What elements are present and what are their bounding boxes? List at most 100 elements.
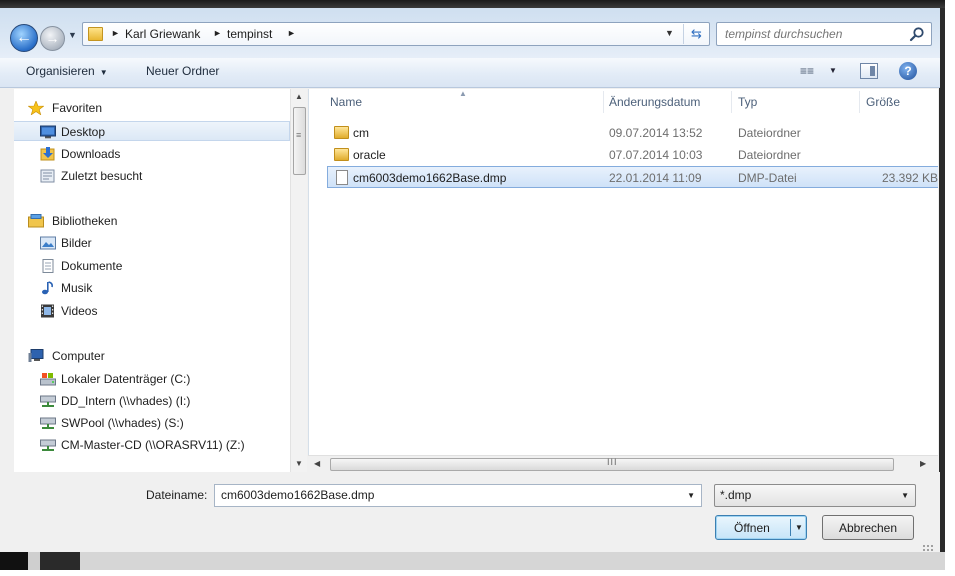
command-bar: Organisieren ▼ Neuer Ordner ≡≡ ▼ ?: [0, 58, 940, 88]
scroll-up-icon[interactable]: ▲: [295, 92, 303, 101]
nav-group-libraries[interactable]: Bibliotheken: [14, 211, 290, 231]
file-type-filter-value: *.dmp: [720, 488, 752, 502]
open-button[interactable]: Öffnen ▼: [715, 515, 807, 540]
column-header-type[interactable]: Typ: [738, 94, 757, 116]
sidebar-item-local-drive-c[interactable]: Lokaler Datenträger (C:): [14, 369, 290, 389]
organise-button[interactable]: Organisieren ▼: [20, 64, 114, 78]
sidebar-item-label: Videos: [61, 304, 98, 318]
videos-icon: [41, 304, 54, 318]
file-type: Dateiordner: [738, 126, 801, 140]
filename-combobox[interactable]: ▼: [214, 484, 702, 507]
open-file-dialog: ← → ▼ ► Karl Griewank ► tempinst ► ▼ ⇆ O…: [0, 0, 945, 570]
downloads-icon: [40, 147, 55, 161]
address-dropdown-icon[interactable]: ▼: [665, 28, 674, 38]
breadcrumb-separator-icon[interactable]: ►: [111, 28, 120, 38]
horizontal-scrollbar[interactable]: ◀ III ▶: [308, 455, 938, 472]
file-row-cm[interactable]: cm 09.07.2014 13:52 Dateiordner: [327, 122, 938, 144]
back-arrow-icon[interactable]: ←: [10, 24, 38, 52]
scroll-down-icon[interactable]: ▼: [295, 459, 303, 468]
nav-group-label: Computer: [52, 349, 105, 363]
sidebar-item-recent-places[interactable]: Zuletzt besucht: [14, 166, 290, 186]
view-options-chevron-icon[interactable]: ▼: [829, 66, 837, 75]
file-row-dmp-selected[interactable]: cm6003demo1662Base.dmp 22.01.2014 11:09 …: [327, 166, 938, 188]
chevron-down-icon: ▼: [99, 68, 108, 77]
sidebar-item-label: Desktop: [61, 125, 106, 139]
navigation-scrollbar[interactable]: ▲ ▼: [290, 89, 307, 472]
nav-group-favorites[interactable]: Favoriten: [14, 98, 290, 118]
sidebar-item-desktop[interactable]: Desktop: [14, 121, 290, 141]
nav-group-label: Favoriten: [52, 101, 103, 115]
scrollbar-thumb[interactable]: III: [330, 457, 894, 471]
file-row-oracle[interactable]: oracle 07.07.2014 10:03 Dateiordner: [327, 144, 938, 166]
desktop-icon: [40, 125, 56, 139]
network-drive-icon: [40, 395, 56, 407]
sidebar-item-videos[interactable]: Videos: [14, 301, 290, 321]
computer-icon: [28, 349, 44, 362]
column-header-size[interactable]: Größe: [866, 94, 900, 116]
file-type-filter-select[interactable]: *.dmp ▼: [714, 484, 916, 507]
folder-icon: [334, 148, 349, 161]
file-type: DMP-Datei: [738, 171, 797, 185]
sidebar-item-network-drive-i[interactable]: DD_Intern (\\vhades) (I:): [14, 391, 290, 411]
filename-label: Dateiname:: [146, 488, 208, 502]
file-size: 23.392 KB: [882, 171, 938, 185]
scrollbar-thumb[interactable]: [293, 107, 306, 175]
nav-group-computer[interactable]: Computer: [14, 346, 290, 366]
open-options-chevron-icon[interactable]: ▼: [795, 523, 803, 532]
file-date: 09.07.2014 13:52: [609, 126, 703, 140]
address-bar[interactable]: ► Karl Griewank ► tempinst ► ▼ ⇆: [82, 22, 710, 46]
filename-input[interactable]: [221, 488, 661, 502]
column-separator[interactable]: [859, 91, 860, 113]
sidebar-item-network-drive-s[interactable]: SWPool (\\vhades) (S:): [14, 413, 290, 433]
sidebar-item-downloads[interactable]: Downloads: [14, 144, 290, 164]
sidebar-item-label: Bilder: [61, 236, 92, 250]
column-separator[interactable]: [603, 91, 604, 113]
local-drive-icon: [40, 373, 56, 386]
forward-arrow-icon[interactable]: →: [40, 26, 65, 51]
breadcrumb-separator-icon[interactable]: ►: [213, 28, 222, 38]
change-view-icon[interactable]: ≡≡: [800, 64, 814, 78]
breadcrumb-karl-griewank[interactable]: Karl Griewank: [125, 27, 200, 41]
documents-icon: [42, 259, 54, 273]
music-icon: [42, 281, 53, 295]
sidebar-item-pictures[interactable]: Bilder: [14, 233, 290, 253]
file-name: cm: [353, 126, 369, 140]
search-icon[interactable]: [909, 26, 925, 42]
scroll-right-icon[interactable]: ▶: [920, 459, 926, 468]
nav-group-label: Bibliotheken: [52, 214, 118, 228]
sidebar-item-documents[interactable]: Dokumente: [14, 256, 290, 276]
new-folder-button[interactable]: Neuer Ordner: [140, 64, 225, 78]
column-header-name[interactable]: Name: [330, 94, 362, 116]
refresh-icon[interactable]: ⇆: [683, 24, 709, 44]
search-input[interactable]: [725, 27, 905, 41]
recent-places-icon: [40, 169, 55, 183]
sidebar-item-label: SWPool (\\vhades) (S:): [61, 416, 184, 430]
navigation-pane: Favoriten Desktop Downloads Zuletzt besu…: [14, 89, 307, 472]
network-drive-icon: [40, 417, 56, 429]
sidebar-item-network-drive-z[interactable]: CM-Master-CD (\\ORASRV11) (Z:): [14, 435, 290, 455]
folder-icon: [334, 126, 349, 139]
taskbar-strip: [0, 552, 945, 570]
column-separator[interactable]: [731, 91, 732, 113]
breadcrumb-separator-icon[interactable]: ►: [287, 28, 296, 38]
cancel-button[interactable]: Abbrechen: [822, 515, 914, 540]
search-box[interactable]: [716, 22, 932, 46]
folder-icon: [88, 27, 103, 41]
recent-pages-chevron-icon[interactable]: ▼: [68, 30, 77, 40]
chevron-down-icon[interactable]: ▼: [687, 491, 695, 500]
sidebar-item-label: Musik: [61, 281, 93, 295]
help-icon[interactable]: ?: [899, 62, 917, 80]
libraries-icon: [28, 214, 44, 228]
file-icon: [336, 170, 348, 185]
sidebar-item-label: Downloads: [61, 147, 121, 161]
preview-pane-icon[interactable]: [860, 63, 878, 79]
column-header-date[interactable]: Änderungsdatum: [609, 94, 700, 116]
open-button-label: Öffnen: [734, 521, 770, 535]
organise-label: Organisieren: [26, 64, 95, 78]
breadcrumb-tempinst[interactable]: tempinst: [227, 27, 272, 41]
address-row: ← → ▼ ► Karl Griewank ► tempinst ► ▼ ⇆: [0, 8, 940, 58]
split-divider: [790, 519, 791, 536]
sidebar-item-label: Dokumente: [61, 259, 123, 273]
sidebar-item-music[interactable]: Musik: [14, 278, 290, 298]
scroll-left-icon[interactable]: ◀: [314, 459, 320, 468]
